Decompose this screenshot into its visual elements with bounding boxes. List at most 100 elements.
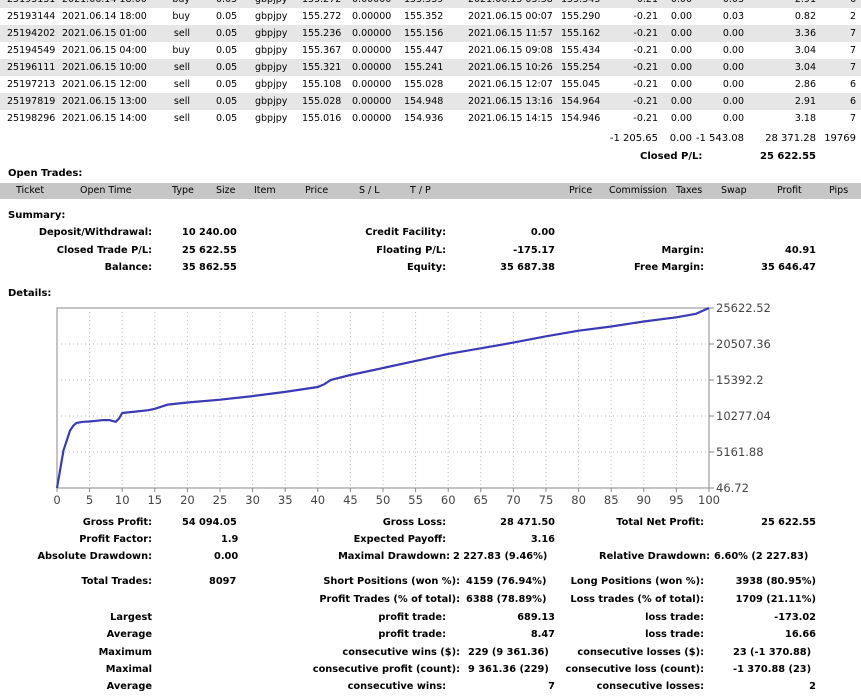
floating-pl-label: Floating P/L:: [376, 245, 446, 256]
stat-maximal: Maximal: [105, 664, 152, 675]
x-tick-label: 60: [441, 493, 456, 507]
stat-largest-profit: 689.13: [517, 612, 555, 623]
stat-rel-dd: 6.60% (2 227.83): [714, 551, 809, 562]
x-tick-label: 35: [278, 493, 293, 507]
trade-cell-price: 155.321: [302, 62, 342, 73]
stat-avg-cw: 7: [548, 681, 555, 692]
x-tick-label: 90: [636, 493, 651, 507]
trade-cell-commission: -0.21: [620, 0, 658, 8]
y-tick-label: 46.72: [716, 481, 749, 495]
trade-cell-close-price: 154.946: [561, 113, 601, 124]
trade-cell-tp: 155.339: [404, 0, 443, 8]
stat-profit-factor-label: Profit Factor:: [79, 534, 152, 545]
trade-cell-swap: 0.00: [722, 45, 744, 56]
trade-cell-taxes: 0.00: [670, 96, 692, 107]
stat-avg-cw-label: consecutive wins:: [347, 681, 446, 692]
y-tick-label: 5161.88: [716, 445, 764, 459]
x-tick-label: 55: [408, 493, 423, 507]
trade-cell-item: gbpjpy: [255, 0, 287, 8]
trade-cell-item: gbpjpy: [255, 96, 288, 107]
trade-cell-type: sell: [173, 79, 190, 90]
trade-cell-close-price: 155.434: [561, 45, 601, 56]
deposit-value: 10 240.00: [182, 227, 237, 238]
trade-cell-open-time: 2021.06.15 10:00: [62, 62, 147, 73]
trade-cell-pips: 6: [849, 79, 856, 90]
col-size: Size: [216, 185, 236, 196]
trade-cell-swap: 0.03: [694, 0, 744, 8]
trade-cell-open-time: 2021.06.15 14:00: [62, 113, 147, 124]
trade-cell-item: gbpjpy: [255, 79, 288, 90]
trade-cell-size: 0.05: [216, 11, 238, 22]
x-tick-label: 10: [115, 493, 130, 507]
col-price-2: Price: [569, 185, 593, 196]
stat-total-trades: 8097: [209, 576, 237, 587]
stat-profit-trades-label: Profit Trades (% of total):: [319, 594, 460, 605]
trade-cell-open-time: 2021.06.15 12:00: [62, 79, 147, 90]
y-tick-label: 20507.36: [716, 337, 771, 351]
trade-cell-close-price: 155.162: [561, 28, 601, 39]
stat-largest-profit-label: profit trade:: [378, 612, 446, 623]
trade-cell-open-time: 2021.06.14 18:00: [62, 11, 147, 22]
trade-cell-ticket: 25197213: [7, 79, 56, 90]
y-tick-label: 25622.52: [716, 301, 771, 315]
trade-cell-tp: 154.948: [404, 96, 444, 107]
trade-cell-close-time: 2021.06.15 05:38: [468, 0, 553, 8]
trade-cell-tp: 155.156: [404, 28, 444, 39]
trade-cell-taxes: 0.00: [670, 113, 692, 124]
trade-cell-sl: 0.00000: [352, 11, 392, 22]
stat-avg-profit: 8.47: [530, 629, 555, 640]
trade-cell-size: 0.05: [216, 62, 238, 73]
trade-row: 25194202 2021.06.15 01:00 sell 0.05 gbpjpy 15…: [0, 25, 861, 42]
trade-cell-type: sell: [173, 113, 190, 124]
balance-label: Balance:: [104, 262, 152, 273]
col-item: Item: [254, 185, 276, 196]
credit-value: 0.00: [530, 227, 555, 238]
trade-cell-taxes: 0.00: [670, 45, 692, 56]
x-tick-label: 45: [343, 493, 358, 507]
stat-expected-payoff-label: Expected Payoff:: [353, 534, 446, 545]
trade-cell-ticket: 25196111: [7, 62, 56, 73]
trade-cell-open-time: 2021.06.15 04:00: [62, 45, 147, 56]
col-profit: Profit: [777, 185, 802, 196]
trade-cell-sl: 0.00000: [352, 45, 392, 56]
x-tick-label: 75: [539, 493, 554, 507]
trade-cell-close-time: 2021.06.15 12:07: [468, 79, 553, 90]
trade-cell-taxes: 0.00: [670, 79, 692, 90]
trade-row: 25196111 2021.06.15 10:00 sell 0.05 gbpjpy 15…: [0, 59, 861, 76]
free-margin-value: 35 646.47: [761, 262, 816, 273]
trade-cell-price: 155.028: [302, 96, 342, 107]
trade-cell-commission: -0.21: [633, 79, 658, 90]
trade-cell-size: 0.05: [216, 79, 238, 90]
trade-cell-size: 0.05: [216, 96, 238, 107]
trade-cell-close-time: 2021.06.15 11:57: [468, 28, 553, 39]
summary-title: Summary:: [8, 210, 66, 221]
col-commission: Commission: [609, 185, 667, 196]
trade-cell-pips: 7: [849, 113, 856, 124]
trade-cell-close-time: 2021.06.15 13:16: [468, 96, 553, 107]
stat-average: Average: [106, 629, 152, 640]
trade-cell-profit: 0.82: [794, 11, 816, 22]
trade-cell-close-time: 2021.06.15 09:08: [468, 45, 553, 56]
stat-largest-loss: -173.02: [774, 612, 816, 623]
trade-cell-close-price: 155.254: [561, 62, 601, 73]
stat-max-cw: 229 (9 361.36): [468, 647, 549, 658]
x-tick-label: 0: [53, 493, 60, 507]
stat-abs-dd: 0.00: [214, 551, 239, 562]
stat-profit-factor: 1.9: [221, 534, 239, 545]
col-tp: T / P: [410, 185, 431, 196]
stat-gross-profit-label: Gross Profit:: [82, 517, 152, 528]
stat-total-net-label: Total Net Profit:: [616, 517, 704, 528]
trade-cell-size: 0.05: [216, 28, 238, 39]
trade-cell-close-time: 2021.06.15 00:07: [468, 11, 553, 22]
trade-cell-open-time: 2021.06.15 13:00: [62, 96, 147, 107]
trade-cell-commission: -0.21: [633, 96, 658, 107]
trade-cell-taxes: 0.00: [670, 11, 692, 22]
trade-cell-price: 155.108: [302, 79, 342, 90]
trade-row: 25194549 2021.06.15 04:00 buy 0.05 gbpjpy 155…: [0, 42, 861, 59]
trade-cell-type: buy: [172, 11, 190, 22]
stat-avg-loss-label: loss trade:: [645, 629, 704, 640]
trade-cell-pips: 2: [849, 11, 856, 22]
col-sl: S / L: [359, 185, 380, 196]
equity-label: Equity:: [406, 262, 446, 273]
trade-cell-tp: 154.936: [404, 113, 444, 124]
